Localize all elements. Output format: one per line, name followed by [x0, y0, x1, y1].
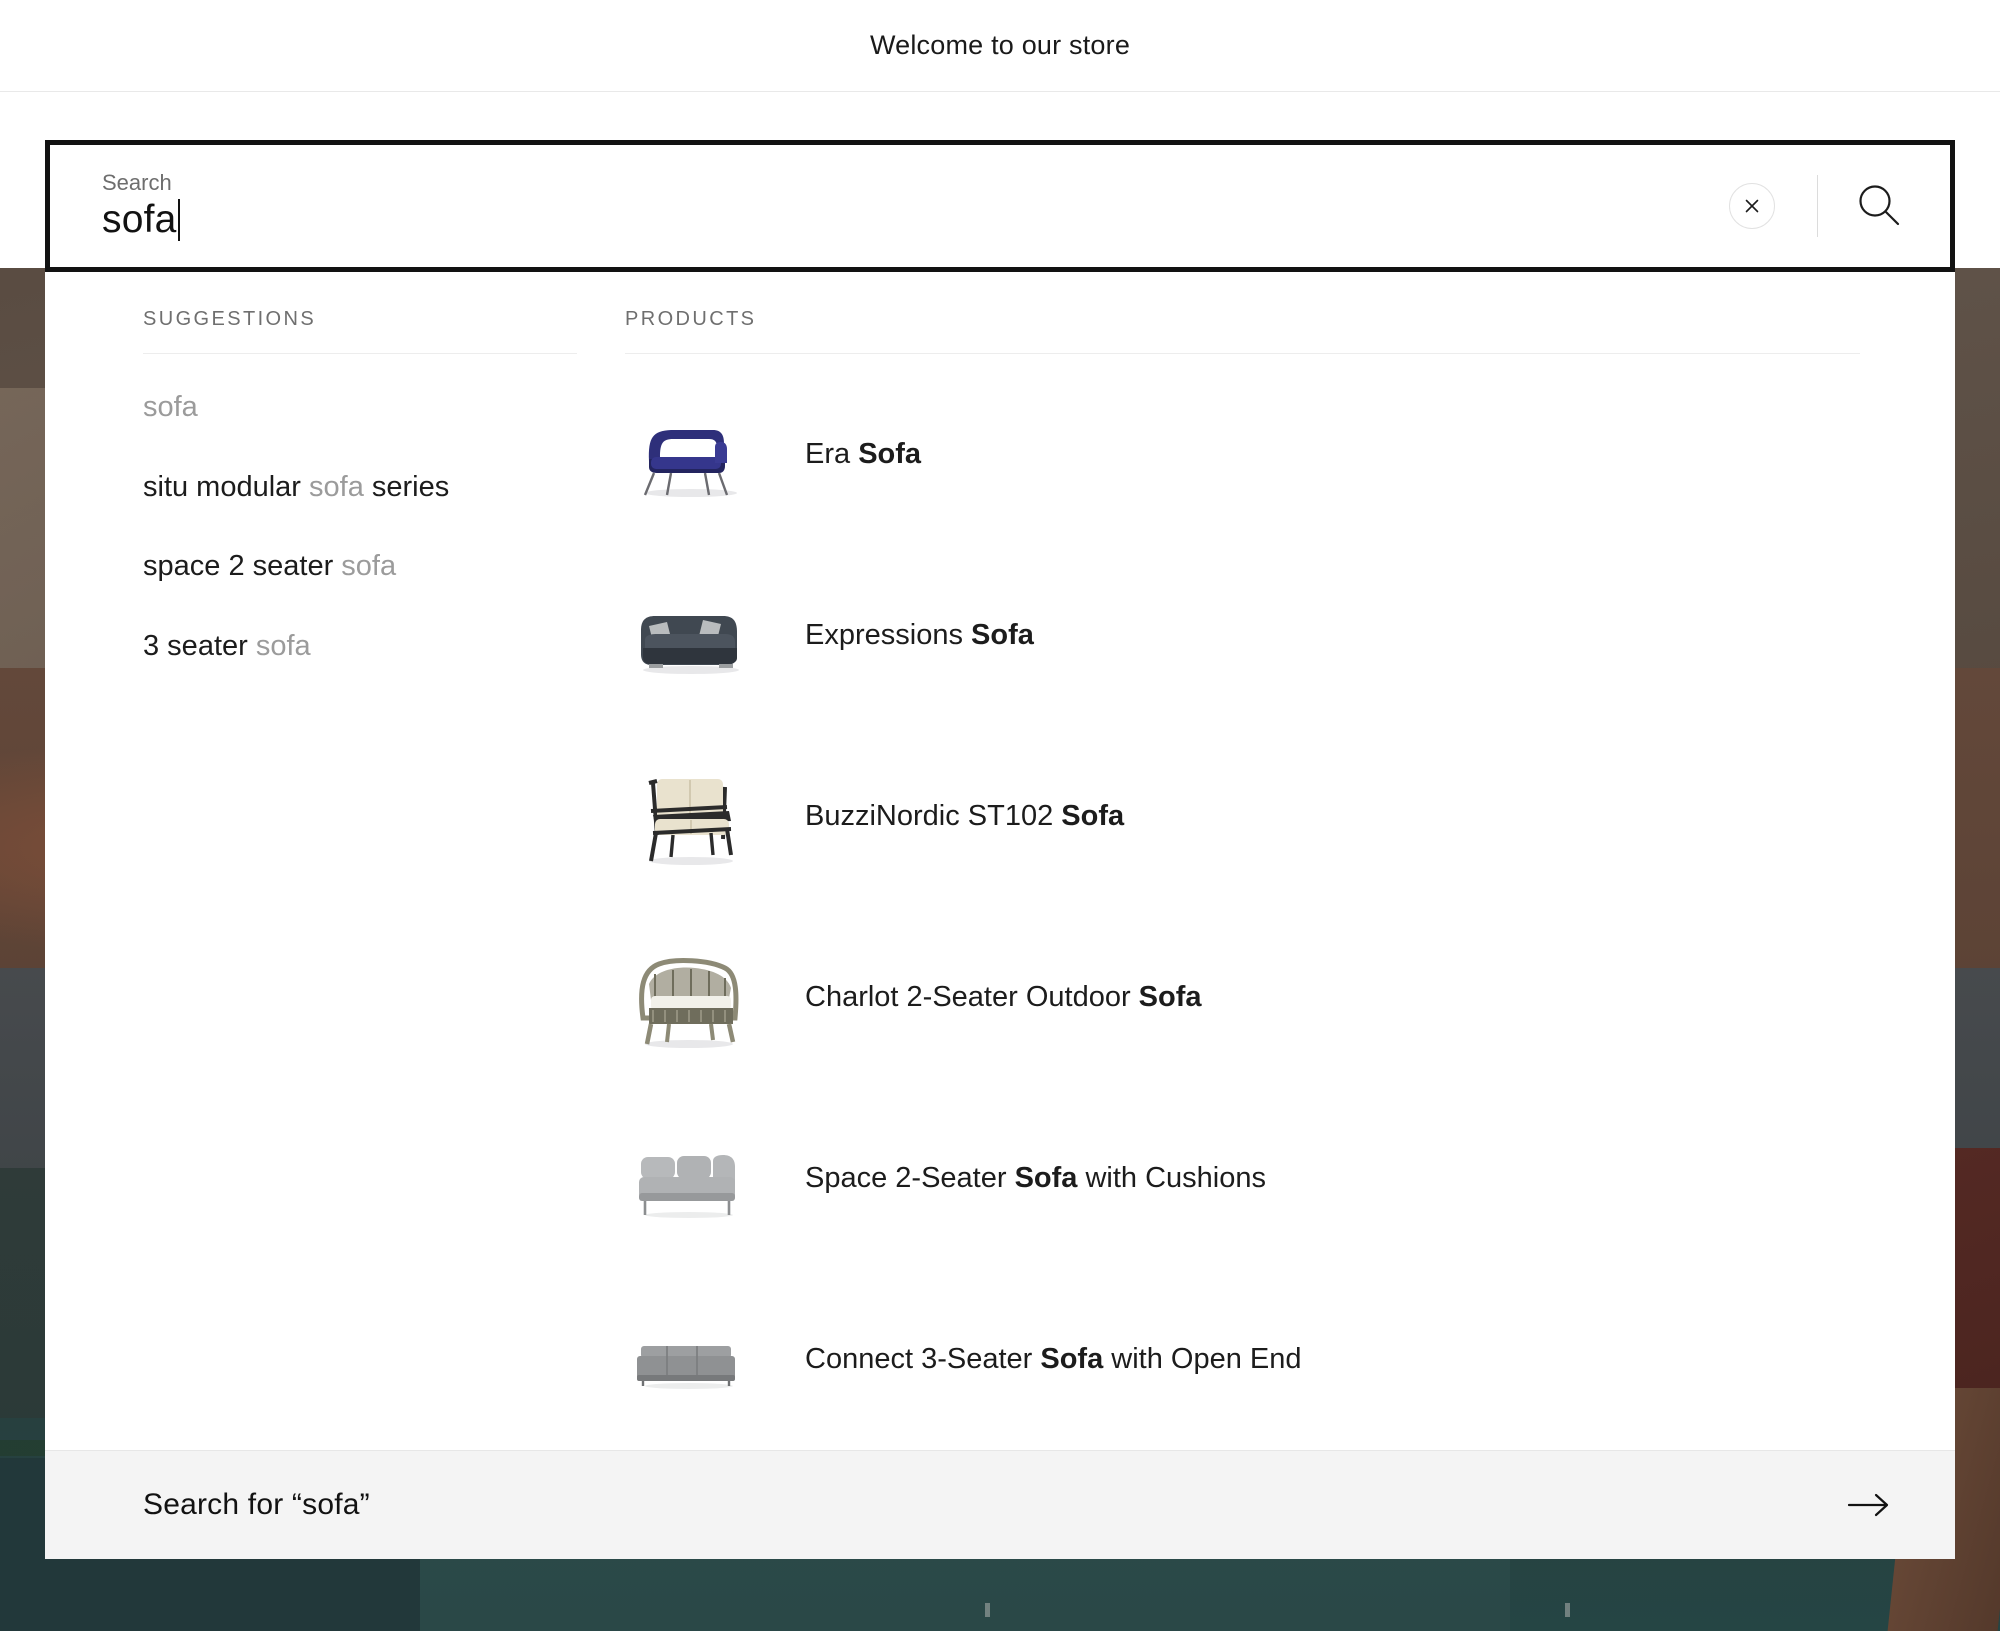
page-root: Welcome to our store Search sofa — [0, 0, 2000, 1631]
search-field[interactable]: Search sofa — [45, 140, 1955, 272]
suggestions-list: sofa situ modular sofa series space 2 se… — [143, 368, 577, 687]
suggestion-match: sofa — [309, 471, 364, 503]
text-cursor — [178, 199, 180, 241]
search-results-panel: Suggestions sofa situ modular sofa serie… — [45, 272, 1955, 1450]
suggestion-item[interactable]: situ modular sofa series — [143, 448, 577, 528]
product-title: BuzziNordic ST102 Sofa — [805, 798, 1124, 836]
hero-detail-dot — [1565, 1603, 1570, 1617]
product-title-match: Sofa — [1040, 1343, 1103, 1375]
product-title-suffix: with Open End — [1103, 1343, 1301, 1375]
suggestion-prefix: situ modular — [143, 471, 309, 503]
product-thumbnail — [625, 577, 753, 695]
product-title: Space 2-Seater Sofa with Cushions — [805, 1160, 1266, 1198]
product-thumbnail — [625, 396, 753, 514]
suggestion-prefix: space 2 seater — [143, 550, 341, 582]
search-field-text-area[interactable]: Search sofa — [50, 171, 1729, 241]
buzzinordic-sofa-thumb — [627, 763, 751, 871]
product-thumbnail — [625, 1301, 753, 1419]
product-title-prefix: Charlot 2-Seater Outdoor — [805, 981, 1139, 1013]
product-thumbnail — [625, 1120, 753, 1238]
suggestion-item[interactable]: space 2 seater sofa — [143, 527, 577, 607]
search-actions — [1729, 145, 1950, 267]
search-input[interactable]: sofa — [102, 200, 177, 241]
charlot-sofa-thumb — [625, 944, 753, 1052]
product-thumbnail — [625, 939, 753, 1057]
product-title: Expressions Sofa — [805, 617, 1034, 655]
product-title-match: Sofa — [1015, 1162, 1078, 1194]
suggestion-item[interactable]: 3 seater sofa — [143, 607, 577, 687]
product-item[interactable]: Connect 3-Seater Sofa with Open End — [625, 1269, 1860, 1450]
product-item[interactable]: Charlot 2-Seater Outdoor Sofa — [625, 907, 1860, 1088]
announcement-bar: Welcome to our store — [0, 0, 2000, 92]
product-title-prefix: BuzziNordic ST102 — [805, 800, 1061, 832]
product-item[interactable]: Space 2-Seater Sofa with Cushions — [625, 1088, 1860, 1269]
arrow-right-icon — [1847, 1492, 1891, 1518]
product-thumbnail — [625, 758, 753, 876]
search-for-query-label: Search for “sofa” — [143, 1488, 370, 1522]
products-list: Era Sofa — [625, 364, 1860, 1450]
product-title-match: Sofa — [858, 438, 921, 470]
clear-search-button[interactable] — [1729, 183, 1775, 229]
suggestion-suffix: series — [364, 471, 449, 503]
action-divider — [1817, 175, 1818, 237]
suggestion-prefix: 3 seater — [143, 630, 256, 662]
product-title: Era Sofa — [805, 436, 921, 474]
search-input-label: Search — [102, 171, 1729, 195]
product-title-match: Sofa — [1139, 981, 1202, 1013]
product-title-prefix: Expressions — [805, 619, 971, 651]
product-title: Charlot 2-Seater Outdoor Sofa — [805, 979, 1202, 1017]
close-icon — [1742, 196, 1762, 216]
expressions-sofa-thumb — [627, 586, 751, 686]
hero-detail-dot — [985, 1603, 990, 1617]
suggestion-match: sofa — [256, 630, 311, 662]
era-sofa-thumb — [627, 405, 751, 505]
suggestion-item[interactable]: sofa — [143, 368, 577, 448]
products-heading: Products — [625, 308, 1860, 354]
suggestions-column: Suggestions sofa situ modular sofa serie… — [45, 308, 625, 1450]
product-title-suffix: with Cushions — [1077, 1162, 1266, 1194]
suggestion-match: sofa — [143, 391, 198, 423]
product-title-prefix: Space 2-Seater — [805, 1162, 1015, 1194]
suggestion-match: sofa — [341, 550, 396, 582]
space-sofa-thumb — [625, 1131, 753, 1227]
product-title-match: Sofa — [971, 619, 1034, 651]
product-item[interactable]: Era Sofa — [625, 364, 1860, 545]
announcement-text: Welcome to our store — [870, 30, 1130, 61]
connect-sofa-thumb — [625, 1320, 753, 1400]
search-overlay: Search sofa — [45, 140, 1955, 1559]
submit-search-button[interactable] — [1852, 179, 1906, 233]
product-title-match: Sofa — [1061, 800, 1124, 832]
product-item[interactable]: Expressions Sofa — [625, 545, 1860, 726]
products-column: Products — [625, 308, 1955, 1450]
search-for-query-button[interactable]: Search for “sofa” — [45, 1450, 1955, 1559]
search-icon — [1853, 179, 1905, 234]
search-input-value-wrap[interactable]: sofa — [102, 199, 1729, 241]
suggestions-heading: Suggestions — [143, 308, 577, 354]
product-title: Connect 3-Seater Sofa with Open End — [805, 1341, 1302, 1379]
product-item: BuzziNordic ST102 Sofa — [625, 726, 1860, 907]
product-title-prefix: Connect 3-Seater — [805, 1343, 1040, 1375]
product-title-prefix: Era — [805, 438, 858, 470]
